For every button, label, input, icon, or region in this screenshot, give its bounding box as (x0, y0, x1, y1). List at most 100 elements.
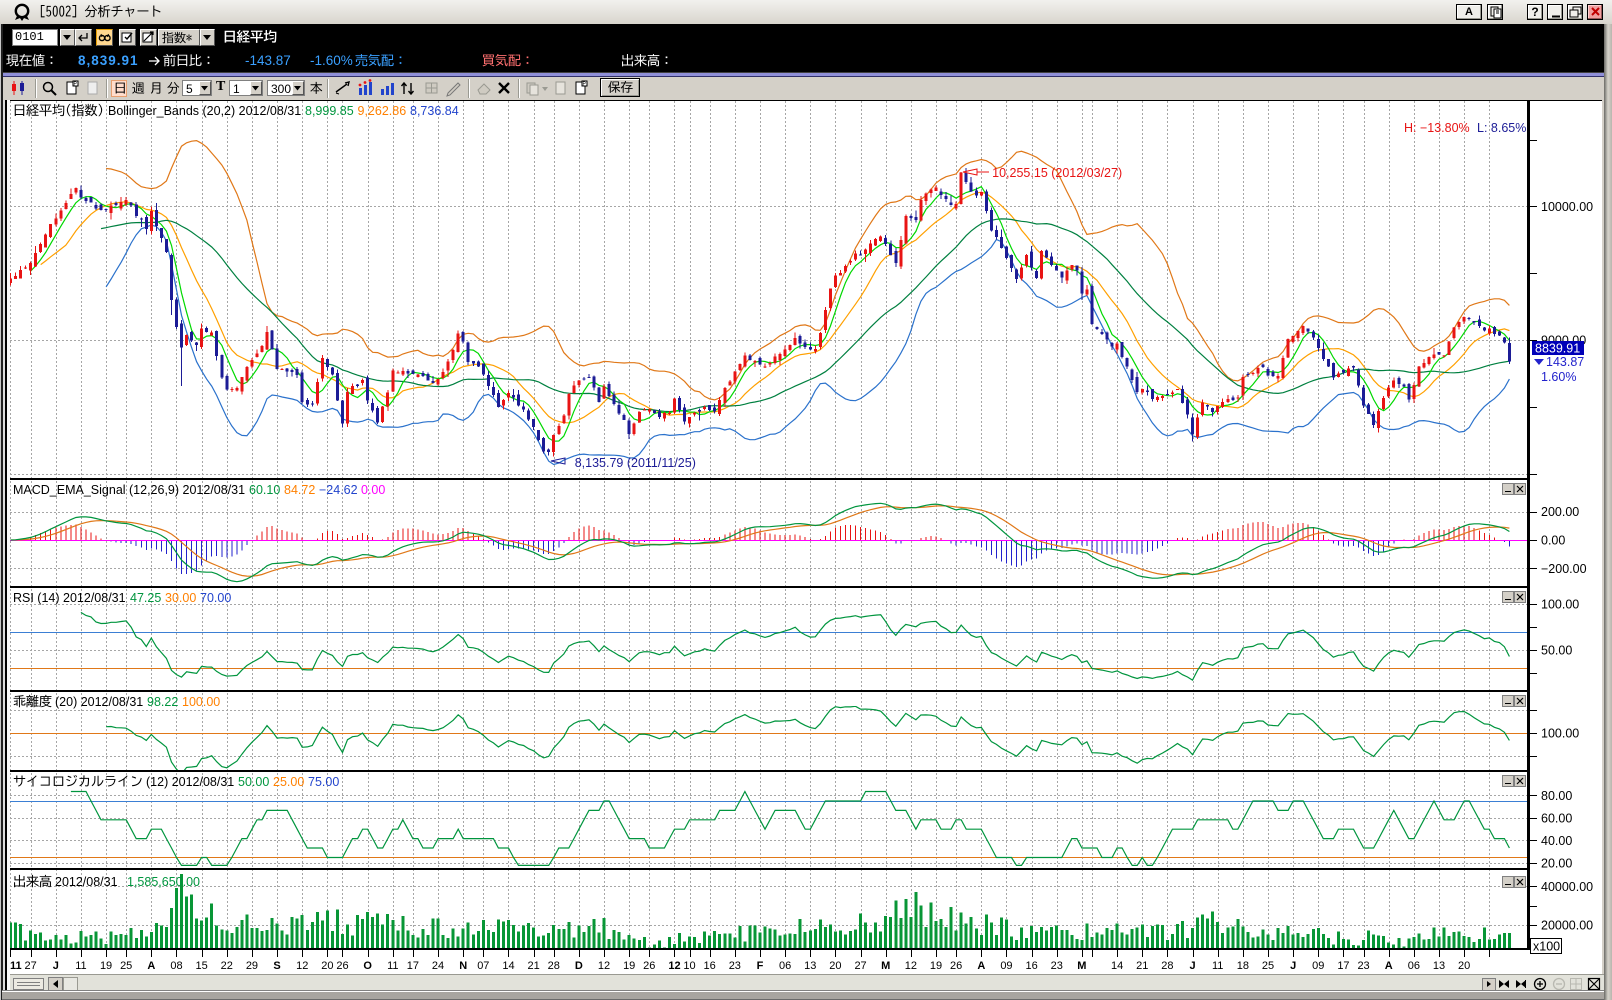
svg-text:27: 27 (24, 960, 36, 972)
svg-text:200.00: 200.00 (1541, 505, 1579, 519)
svg-text:26: 26 (643, 960, 655, 972)
svg-text:D: D (575, 960, 583, 972)
svg-text:1,585,650.00: 1,585,650.00 (127, 875, 200, 889)
svg-text:0.00: 0.00 (361, 483, 385, 497)
svg-text:18: 18 (1237, 960, 1249, 972)
svg-text:100.00: 100.00 (182, 695, 220, 709)
svg-text:98.22: 98.22 (147, 695, 178, 709)
svg-text:25: 25 (120, 960, 132, 972)
svg-text:RSI (14) 2012/08/31: RSI (14) 2012/08/31 (13, 591, 126, 605)
svg-text:x100: x100 (1533, 940, 1560, 954)
svg-text:8,736.84: 8,736.84 (410, 104, 459, 118)
svg-text:16: 16 (704, 960, 716, 972)
svg-text:−24.62: −24.62 (319, 483, 358, 497)
svg-text:19: 19 (100, 960, 112, 972)
svg-text:J: J (1189, 960, 1195, 972)
svg-text:23: 23 (729, 960, 741, 972)
svg-text:80.00: 80.00 (1541, 789, 1572, 803)
svg-text:A: A (977, 960, 985, 972)
svg-text:11: 11 (1212, 960, 1223, 972)
svg-text:J: J (1290, 960, 1296, 972)
svg-text:25.00: 25.00 (273, 775, 304, 789)
svg-text:14: 14 (502, 960, 514, 972)
svg-text:47.25: 47.25 (130, 591, 161, 605)
svg-text:50.00: 50.00 (238, 775, 269, 789)
svg-text:19: 19 (623, 960, 635, 972)
svg-text:O: O (363, 960, 372, 972)
svg-text:11: 11 (10, 960, 22, 972)
svg-text:26: 26 (950, 960, 962, 972)
svg-text:20000.00: 20000.00 (1541, 918, 1593, 932)
svg-text:06: 06 (779, 960, 791, 972)
svg-text:143.87: 143.87 (1546, 355, 1584, 369)
svg-text:17: 17 (1337, 960, 1349, 972)
svg-text:2012/08/31: 2012/08/31 (55, 875, 118, 889)
svg-text:75.00: 75.00 (308, 775, 339, 789)
svg-text:8,135.79 (2011/11/25): 8,135.79 (2011/11/25) (575, 456, 696, 470)
svg-text:12: 12 (296, 960, 308, 972)
svg-text:25: 25 (1262, 960, 1274, 972)
svg-text:19: 19 (930, 960, 942, 972)
svg-text:H: −13.80%: H: −13.80% (1404, 121, 1470, 135)
svg-text:12: 12 (905, 960, 917, 972)
svg-text:13: 13 (804, 960, 816, 972)
svg-text:10000.00: 10000.00 (1541, 200, 1593, 214)
svg-text:MACD_EMA_Signal (12,26,9) 2012: MACD_EMA_Signal (12,26,9) 2012/08/31 (13, 483, 245, 497)
svg-text:16: 16 (1025, 960, 1037, 972)
svg-text:84.72: 84.72 (284, 483, 315, 497)
svg-text:06: 06 (1408, 960, 1420, 972)
svg-text:28: 28 (1161, 960, 1173, 972)
svg-text:J: J (53, 960, 59, 972)
svg-text:09: 09 (1312, 960, 1324, 972)
svg-text:60.10: 60.10 (249, 483, 280, 497)
svg-text:Bollinger_Bands (20,2) 2012/08: Bollinger_Bands (20,2) 2012/08/31 (108, 104, 301, 118)
svg-text:A: A (1385, 960, 1393, 972)
svg-text:21: 21 (527, 960, 539, 972)
svg-text:28: 28 (548, 960, 560, 972)
svg-text:40000.00: 40000.00 (1541, 880, 1593, 894)
svg-text:26: 26 (336, 960, 348, 972)
svg-text:0.00: 0.00 (1541, 534, 1565, 548)
svg-text:30.00: 30.00 (165, 591, 196, 605)
svg-text:23: 23 (1357, 960, 1369, 972)
svg-text:(12) 2012/08/31: (12) 2012/08/31 (146, 775, 234, 789)
svg-text:40.00: 40.00 (1541, 834, 1572, 848)
svg-text:20: 20 (321, 960, 333, 972)
svg-text:(20) 2012/08/31: (20) 2012/08/31 (55, 695, 143, 709)
svg-text:17: 17 (407, 960, 419, 972)
svg-text:70.00: 70.00 (200, 591, 231, 605)
svg-text:22: 22 (221, 960, 233, 972)
svg-text:−200.00: −200.00 (1541, 562, 1587, 576)
svg-text:F: F (757, 960, 764, 972)
svg-text:100.00: 100.00 (1541, 598, 1579, 612)
svg-text:60.00: 60.00 (1541, 811, 1572, 825)
svg-text:27: 27 (854, 960, 866, 972)
svg-text:9,262.86: 9,262.86 (358, 104, 407, 118)
svg-text:N: N (459, 960, 467, 972)
svg-text:M: M (1077, 960, 1086, 972)
svg-text:11: 11 (75, 960, 86, 972)
svg-text:10,255.15 (2012/03/27): 10,255.15 (2012/03/27) (992, 166, 1122, 180)
svg-text:09: 09 (1000, 960, 1012, 972)
svg-text:A: A (147, 960, 155, 972)
svg-text:23: 23 (1051, 960, 1063, 972)
svg-text:12: 12 (668, 960, 680, 972)
svg-text:12: 12 (598, 960, 610, 972)
svg-text:8,999.85: 8,999.85 (305, 104, 354, 118)
svg-text:20.00: 20.00 (1541, 857, 1572, 871)
svg-text:08: 08 (170, 960, 182, 972)
svg-text:13: 13 (1433, 960, 1445, 972)
svg-text:50.00: 50.00 (1541, 644, 1572, 658)
svg-text:14: 14 (1111, 960, 1123, 972)
svg-text:21: 21 (1136, 960, 1148, 972)
svg-text:29: 29 (246, 960, 258, 972)
svg-text:100.00: 100.00 (1541, 727, 1579, 741)
svg-text:8839.91: 8839.91 (1535, 342, 1580, 356)
svg-text:M: M (881, 960, 890, 972)
svg-text:24: 24 (432, 960, 444, 972)
svg-text:20: 20 (1458, 960, 1470, 972)
svg-text:11: 11 (387, 960, 398, 972)
svg-text:10: 10 (683, 960, 695, 972)
svg-text:S: S (273, 960, 280, 972)
svg-text:L: 8.65%: L: 8.65% (1477, 121, 1526, 135)
